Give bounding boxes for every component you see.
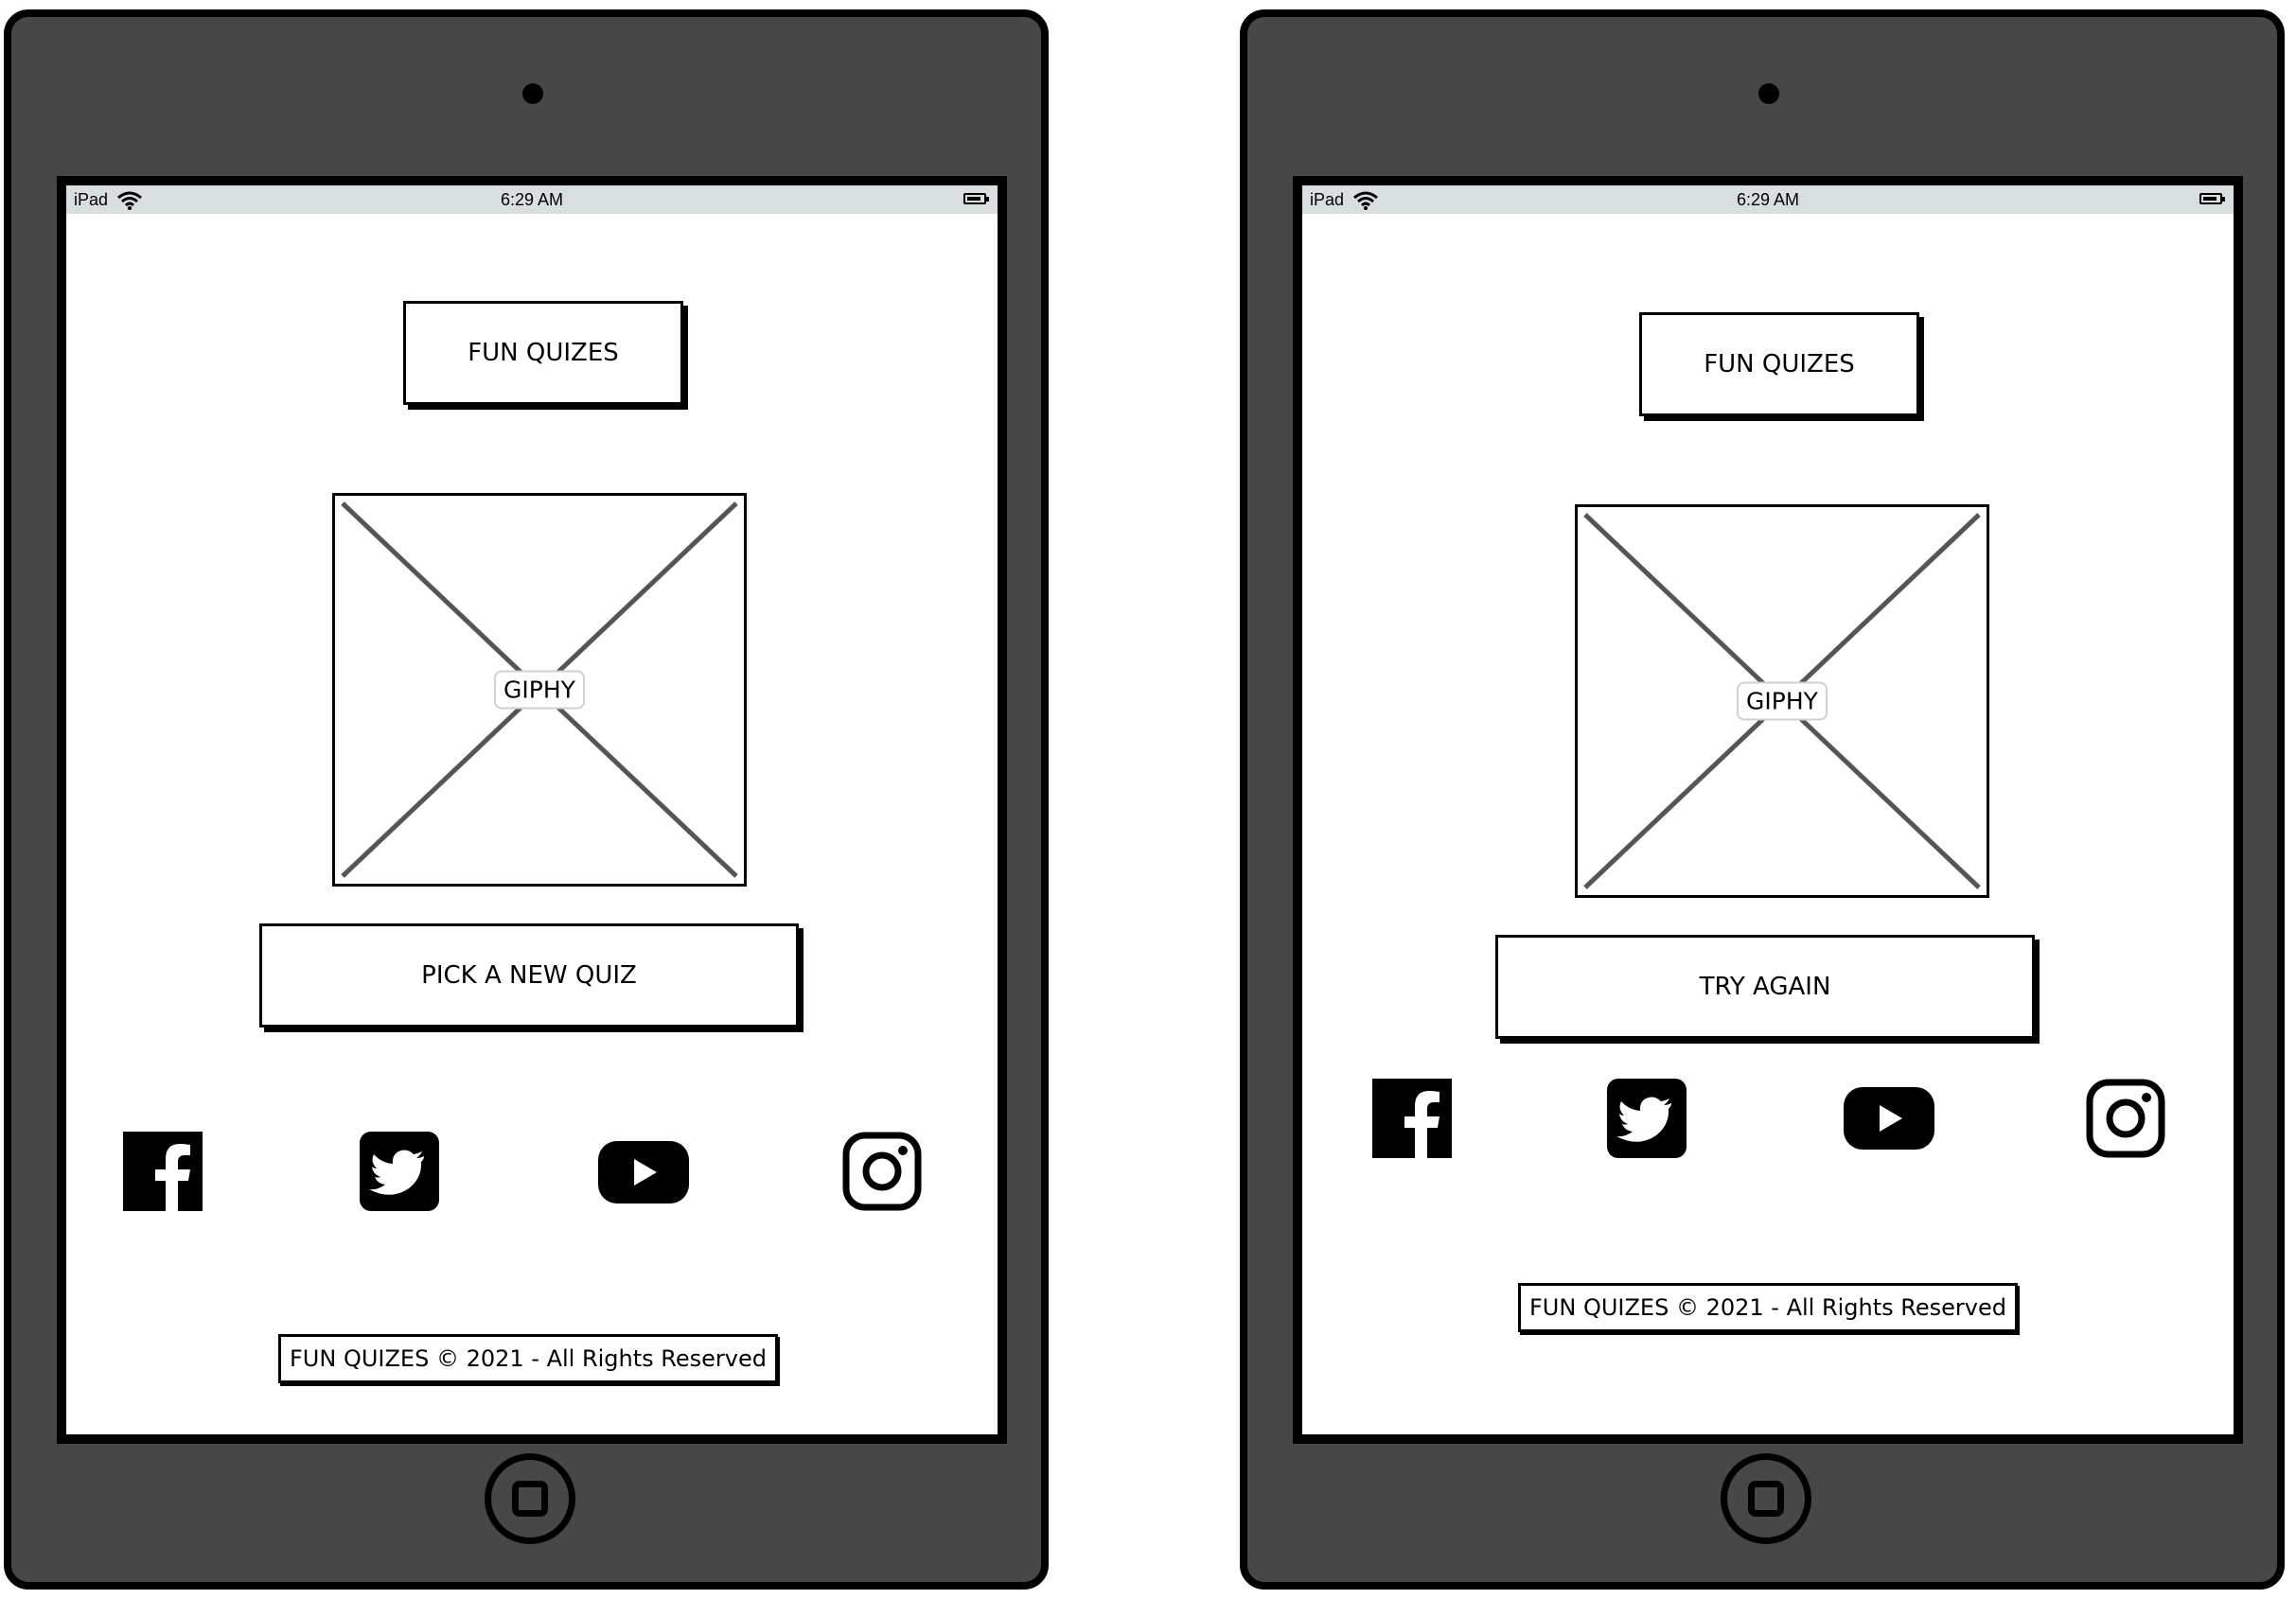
header-title: FUN QUIZES	[1704, 350, 1855, 378]
twitter-icon[interactable]	[360, 1132, 439, 1211]
footer-text: FUN QUIZES © 2021 - All Rights Reserved	[1529, 1294, 2006, 1321]
home-button[interactable]	[485, 1453, 575, 1544]
ipad-frame-right: iPad 6:29 AM FUN QUIZES GIPHY TRY AGAIN …	[1240, 9, 2285, 1590]
instagram-icon[interactable]	[842, 1132, 922, 1211]
header-title-box[interactable]: FUN QUIZES	[403, 301, 683, 405]
status-time: 6:29 AM	[1736, 190, 1800, 209]
battery-icon	[963, 193, 989, 204]
header-title-box[interactable]: FUN QUIZES	[1639, 312, 1919, 416]
giphy-image-placeholder: GIPHY	[332, 493, 747, 887]
instagram-icon[interactable]	[2086, 1079, 2165, 1158]
twitter-icon[interactable]	[1607, 1079, 1687, 1158]
ipad-screen: iPad 6:29 AM FUN QUIZES	[1293, 176, 2243, 1444]
screen-content: iPad 6:29 AM FUN QUIZES	[1302, 185, 2234, 1434]
pick-new-quiz-button[interactable]: PICK A NEW QUIZ	[259, 923, 799, 1028]
screen-content: iPad 6:29 AM FUN QUIZES	[66, 185, 998, 1434]
status-time: 6:29 AM	[500, 190, 564, 209]
footer-text: FUN QUIZES © 2021 - All Rights Reserved	[290, 1345, 767, 1372]
battery-icon	[2199, 193, 2225, 204]
facebook-icon[interactable]	[123, 1132, 203, 1211]
status-bar: iPad 6:29 AM	[66, 185, 998, 214]
header-title: FUN QUIZES	[468, 339, 619, 367]
try-again-button[interactable]: TRY AGAIN	[1495, 935, 2035, 1039]
facebook-icon[interactable]	[1372, 1079, 1452, 1158]
footer-copyright: FUN QUIZES © 2021 - All Rights Reserved	[1518, 1283, 2018, 1332]
youtube-icon[interactable]	[1842, 1085, 1936, 1151]
footer-copyright: FUN QUIZES © 2021 - All Rights Reserved	[278, 1334, 778, 1383]
youtube-icon[interactable]	[596, 1139, 691, 1205]
home-button[interactable]	[1721, 1453, 1811, 1544]
giphy-image-placeholder: GIPHY	[1575, 504, 1989, 898]
giphy-label: GIPHY	[1737, 681, 1828, 721]
camera-icon	[1758, 83, 1779, 104]
ipad-screen: iPad 6:29 AM FUN QUIZES	[57, 176, 1007, 1444]
camera-icon	[522, 83, 543, 104]
giphy-label: GIPHY	[494, 670, 585, 710]
ipad-frame-left: iPad 6:29 AM FUN QUIZES GIPHY PICK A NEW…	[4, 9, 1049, 1590]
action-button-label: TRY AGAIN	[1699, 973, 1831, 1001]
status-bar: iPad 6:29 AM	[1302, 185, 2234, 214]
action-button-label: PICK A NEW QUIZ	[421, 961, 637, 990]
